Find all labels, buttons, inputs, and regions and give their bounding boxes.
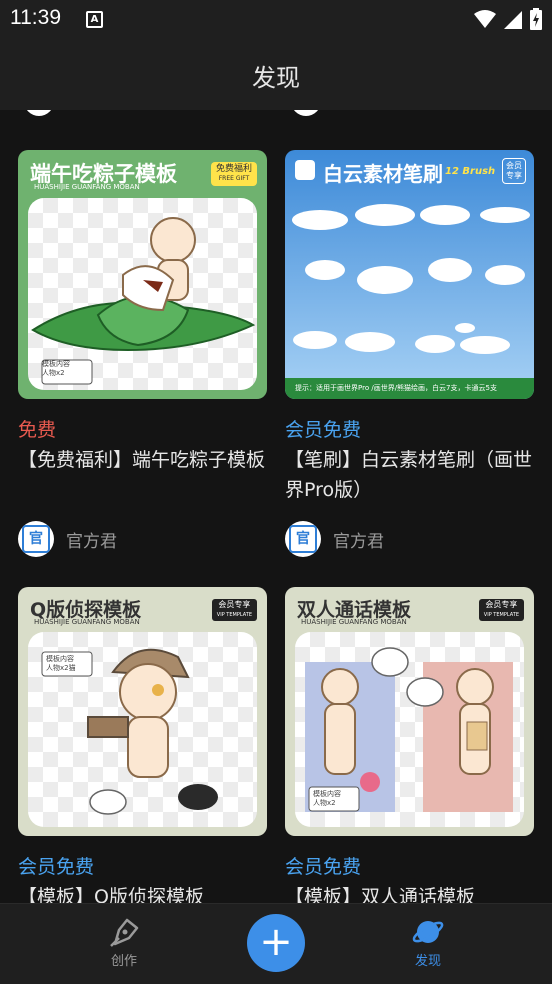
thumb-subtitle: HUASHIJIE GUANFANG MOBAN bbox=[34, 183, 140, 191]
thumb-badge-sub: VIP TEMPLATE bbox=[216, 612, 252, 618]
official-icon: 官 bbox=[289, 525, 317, 553]
thumb-subtitle: HUASHIJIE GUANFANG MOBAN bbox=[34, 618, 140, 626]
card-thumbnail[interactable]: 双人通话模板 HUASHIJIE GUANFANG MOBAN 会员专享 VIP… bbox=[285, 587, 534, 836]
price-tag: 会员免费 bbox=[285, 419, 362, 441]
bottom-nav: 创作 + 发现 bbox=[0, 903, 552, 984]
nav-create[interactable]: 创作 bbox=[84, 916, 164, 969]
battery-icon bbox=[530, 8, 542, 30]
card-title[interactable]: 【模板】Q版侦探模板 bbox=[18, 882, 267, 903]
status-icons bbox=[474, 8, 542, 30]
price-tag: 免费 bbox=[18, 419, 57, 441]
page-title: 发现 bbox=[252, 64, 300, 92]
avatar bbox=[291, 110, 321, 116]
thumb-badge-label: 会员专享 bbox=[218, 600, 251, 609]
card-title[interactable]: 【模板】双人通话模板 bbox=[285, 882, 534, 903]
card-title[interactable]: 【笔刷】白云素材笔刷（画世界Pro版） bbox=[285, 445, 534, 505]
thumb-subtitle: 12 Brush bbox=[445, 166, 496, 177]
nav-discover-label: 发现 bbox=[414, 954, 441, 969]
page-header: 发现 bbox=[0, 38, 552, 110]
avatar bbox=[24, 110, 54, 116]
clouds-illustration bbox=[292, 204, 530, 354]
author-name: 官方君 bbox=[333, 531, 384, 552]
thumb-note: 模板内容 人物x2 bbox=[313, 790, 341, 807]
thumb-badge: 会员专享 VIP TEMPLATE bbox=[211, 599, 257, 621]
thumb-badge-sub: FREE GIFT bbox=[218, 175, 250, 182]
card-thumbnail[interactable]: 端午吃粽子模板 HUASHIJIE GUANFANG MOBAN 免费福利 FR… bbox=[18, 150, 267, 399]
status-time: 11:39 bbox=[10, 6, 61, 29]
author-name: 官方君 bbox=[66, 531, 117, 552]
price-tag: 会员免费 bbox=[285, 856, 362, 878]
thumb-badge: 会员专享 bbox=[502, 158, 526, 184]
status-bar: 11:39 A bbox=[0, 0, 552, 38]
thumb-note: 模板内容 人物x2猫 bbox=[46, 655, 76, 672]
notification-icon: A bbox=[86, 11, 103, 28]
thumb-badge-label: 会员专享 bbox=[485, 600, 518, 609]
discover-feed[interactable]: 端午吃粽子模板 HUASHIJIE GUANFANG MOBAN 免费福利 FR… bbox=[0, 110, 552, 903]
brush-icon bbox=[295, 160, 315, 180]
card-author[interactable]: 官 官方君 bbox=[285, 521, 534, 557]
nav-discover[interactable]: 发现 bbox=[388, 916, 468, 969]
price-tag: 会员免费 bbox=[18, 856, 95, 878]
template-card[interactable]: 双人通话模板 HUASHIJIE GUANFANG MOBAN 会员专享 VIP… bbox=[285, 587, 534, 903]
card-thumbnail[interactable]: Q版侦探模板 HUASHIJIE GUANFANG MOBAN 会员专享 VIP… bbox=[18, 587, 267, 836]
template-card[interactable]: 白云素材笔刷 12 Brush 会员专享 提示：适用于画世界Pro /画世界/熊… bbox=[285, 150, 534, 557]
wifi-icon bbox=[474, 10, 496, 28]
signal-icon bbox=[504, 11, 522, 29]
card-title[interactable]: 【免费福利】端午吃粽子模板 bbox=[18, 445, 267, 505]
nav-create-label: 创作 bbox=[110, 954, 137, 969]
add-button[interactable]: + bbox=[247, 914, 305, 972]
thumb-title: 白云素材笔刷 bbox=[323, 162, 443, 186]
template-card[interactable]: 端午吃粽子模板 HUASHIJIE GUANFANG MOBAN 免费福利 FR… bbox=[18, 150, 267, 557]
thumb-badge-label: 免费福利 bbox=[215, 164, 252, 174]
card-thumbnail[interactable]: 白云素材笔刷 12 Brush 会员专享 提示：适用于画世界Pro /画世界/熊… bbox=[285, 150, 534, 399]
avatar: 官 bbox=[285, 521, 321, 557]
official-icon: 官 bbox=[22, 525, 50, 553]
thumb-badge: 会员专享 VIP TEMPLATE bbox=[478, 599, 524, 621]
pen-icon bbox=[110, 918, 139, 947]
thumb-badge: 免费福利 FREE GIFT bbox=[210, 162, 257, 186]
thumb-badge-sub: VIP TEMPLATE bbox=[483, 612, 519, 618]
thumb-note: 提示：适用于画世界Pro /画世界/熊猫绘画，白云7支，卡通云5支 bbox=[285, 378, 534, 399]
planet-icon bbox=[412, 921, 444, 943]
plus-icon: + bbox=[259, 919, 293, 965]
card-author[interactable]: 官 官方君 bbox=[18, 521, 267, 557]
thumb-note: 模板内容 人物x2 bbox=[42, 360, 70, 377]
thumb-subtitle: HUASHIJIE GUANFANG MOBAN bbox=[301, 618, 407, 626]
avatar: 官 bbox=[18, 521, 54, 557]
template-card[interactable]: Q版侦探模板 HUASHIJIE GUANFANG MOBAN 会员专享 VIP… bbox=[18, 587, 267, 903]
